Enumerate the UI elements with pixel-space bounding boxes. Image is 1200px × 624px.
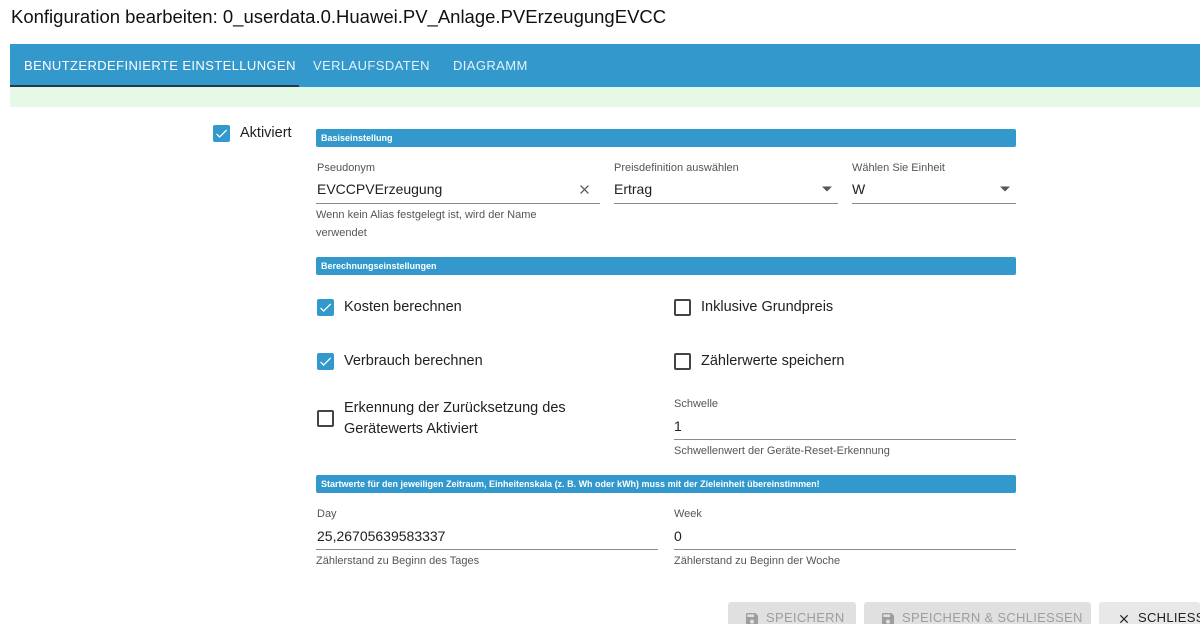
reset-detection-label-line2: Gerätewerts Aktiviert	[344, 421, 478, 437]
price-definition-underline	[614, 203, 838, 204]
base-price-checkbox[interactable]	[674, 299, 691, 316]
costs-checkbox[interactable]	[317, 299, 334, 316]
reset-detection-label-line1: Erkennung der Zurücksetzung des	[344, 400, 566, 416]
save-button[interactable]: SPEICHERN	[728, 602, 856, 624]
section-header-start-values: Startwerte für den jeweiligen Zeitraum, …	[316, 475, 1016, 493]
save-button-label: SPEICHERN	[766, 610, 845, 624]
close-button-label: SCHLIESSEN	[1138, 610, 1200, 624]
week-helper: Zählerstand zu Beginn der Woche	[674, 555, 841, 567]
consumption-checkbox[interactable]	[317, 353, 334, 370]
save-and-close-button[interactable]: SPEICHERN & SCHLIESSEN	[864, 602, 1091, 624]
tab-custom-settings[interactable]: BENUTZERDEFINIERTE EINSTELLUNGEN	[24, 44, 296, 87]
meter-values-label: Zählerwerte speichern	[701, 353, 845, 369]
dropdown-arrow-icon[interactable]	[822, 186, 832, 192]
save-icon	[746, 613, 758, 624]
threshold-label: Schwelle	[674, 398, 719, 410]
close-icon	[1119, 614, 1129, 624]
threshold-input[interactable]: 1	[674, 418, 682, 434]
check-icon	[216, 129, 228, 138]
reset-detection-checkbox[interactable]	[317, 410, 334, 427]
activated-label: Aktiviert	[240, 125, 292, 141]
check-icon	[320, 303, 332, 312]
section-header-base: Basiseinstellung	[316, 129, 1016, 147]
close-button[interactable]: SCHLIESSEN	[1099, 602, 1200, 624]
week-label: Week	[674, 508, 702, 520]
save-icon	[882, 613, 894, 624]
week-input[interactable]: 0	[674, 528, 682, 544]
threshold-helper: Schwellenwert der Geräte-Reset-Erkennung	[674, 445, 890, 457]
dialog-title: Konfiguration bearbeiten: 0_userdata.0.H…	[11, 6, 667, 27]
unit-select[interactable]: W	[852, 181, 865, 197]
threshold-underline	[674, 439, 1016, 440]
pseudonym-input[interactable]: EVCCPVErzeugung	[317, 181, 442, 197]
day-input[interactable]: 25,26705639583337	[317, 528, 445, 544]
tab-diagram[interactable]: DIAGRAMM	[453, 44, 528, 87]
base-price-label: Inklusive Grundpreis	[701, 299, 834, 315]
pseudonym-underline	[316, 203, 600, 204]
check-icon	[320, 357, 332, 366]
activated-checkbox[interactable]	[213, 125, 230, 142]
save-and-close-button-label: SPEICHERN & SCHLIESSEN	[902, 610, 1083, 624]
unit-underline	[852, 203, 1016, 204]
status-strip	[10, 87, 1200, 107]
section-header-calc: Berechnungseinstellungen	[316, 257, 1016, 275]
clear-icon[interactable]	[577, 182, 592, 197]
dropdown-arrow-icon[interactable]	[1000, 186, 1010, 192]
meter-values-checkbox[interactable]	[674, 353, 691, 370]
day-underline	[316, 549, 658, 550]
unit-label: Wählen Sie Einheit	[852, 162, 945, 174]
day-label: Day	[317, 508, 337, 520]
day-helper: Zählerstand zu Beginn des Tages	[316, 555, 480, 567]
price-definition-select[interactable]: Ertrag	[614, 181, 652, 197]
costs-label: Kosten berechnen	[344, 299, 462, 315]
week-underline	[674, 549, 1016, 550]
price-definition-label: Preisdefinition auswählen	[614, 162, 739, 174]
tab-history-data[interactable]: VERLAUFSDATEN	[313, 44, 430, 87]
pseudonym-helper: Wenn kein Alias festgelegt ist, wird der…	[316, 209, 537, 239]
consumption-label: Verbrauch berechnen	[344, 353, 483, 369]
pseudonym-label: Pseudonym	[317, 162, 376, 174]
tab-bar: BENUTZERDEFINIERTE EINSTELLUNGEN VERLAUF…	[10, 44, 1200, 87]
